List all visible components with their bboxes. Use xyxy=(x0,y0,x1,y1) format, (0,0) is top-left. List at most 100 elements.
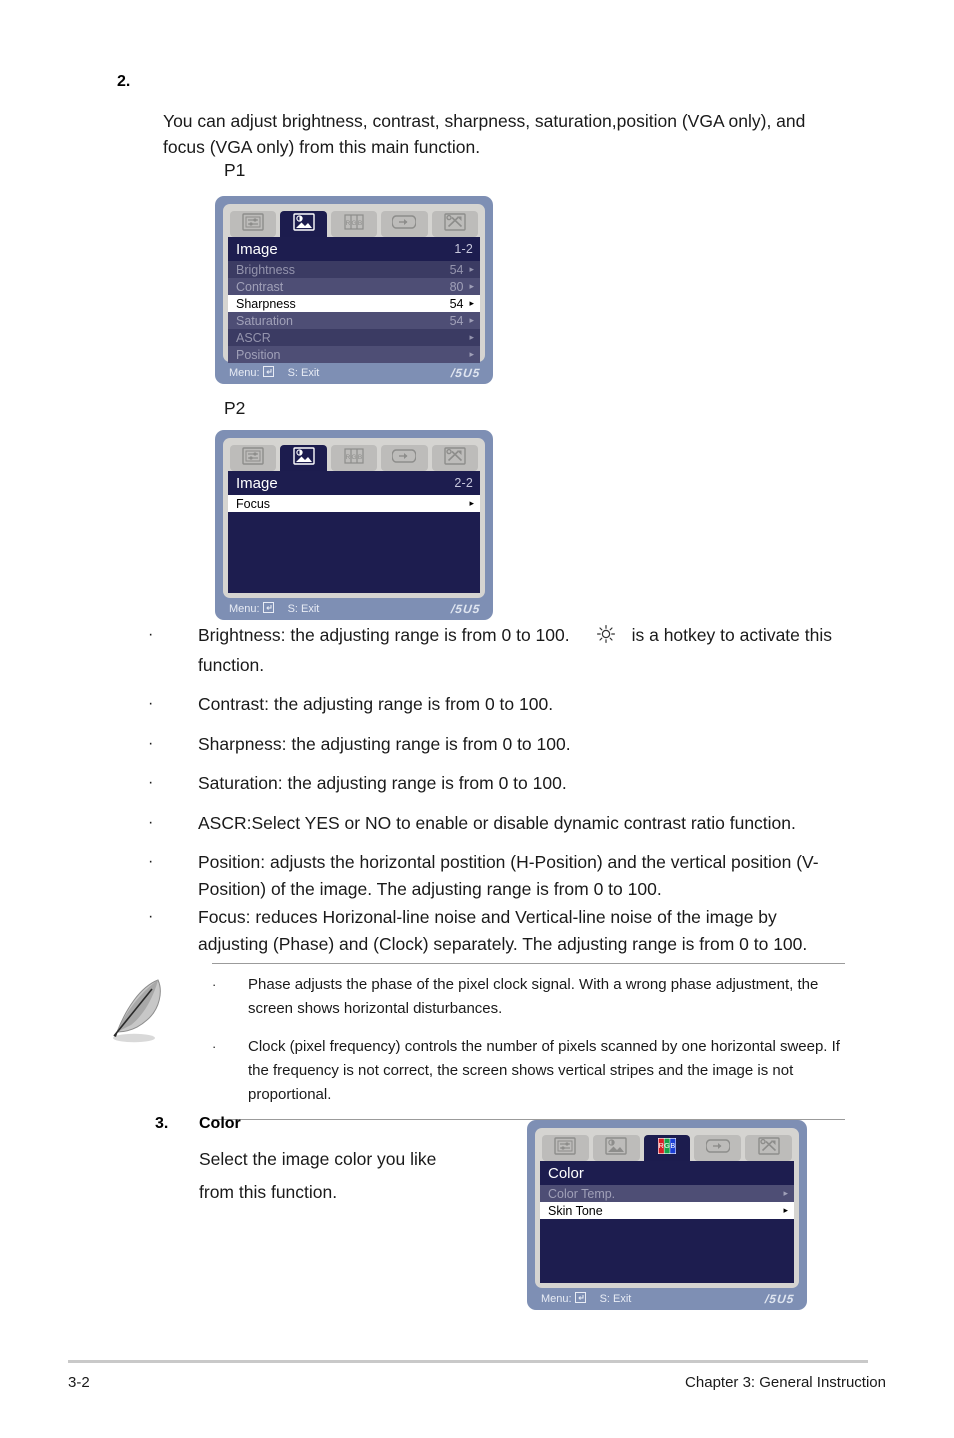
note-item-clock: · Clock (pixel frequency) controls the n… xyxy=(212,1035,845,1107)
chevron-right-icon: ▸ xyxy=(469,315,474,325)
note-item-phase: · Phase adjusts the phase of the pixel c… xyxy=(212,973,845,1021)
bullet-item-saturation: · Saturation: the adjusting range is fro… xyxy=(140,770,840,797)
osd-tab-input-select[interactable] xyxy=(694,1135,742,1161)
footer-rule xyxy=(68,1360,868,1363)
svg-text:B: B xyxy=(358,220,362,227)
input-select-icon xyxy=(391,213,418,236)
chevron-right-icon: ▸ xyxy=(469,281,474,291)
osd-tab-tools[interactable] xyxy=(745,1135,792,1161)
input-select-icon xyxy=(391,447,418,470)
osd-title-text: Color xyxy=(548,1164,584,1182)
osd-tab-bar[interactable]: RGB xyxy=(228,209,480,237)
step-3-heading: Color xyxy=(199,1115,241,1132)
osd-tab-input-select[interactable] xyxy=(381,445,428,471)
asus-logo: /5U5 xyxy=(449,365,481,380)
osd-tab-input-select[interactable] xyxy=(381,211,428,237)
osd-item-value: 54 xyxy=(449,296,464,311)
osd-menu-label: Menu: xyxy=(229,366,260,379)
osd-tab-rgb-color[interactable]: RGB xyxy=(643,1135,691,1161)
asus-logo: /5U5 xyxy=(449,601,481,616)
osd-menu-image-page1: RGB Image 1-2 Brightness 54 ▸ Contrast 80 ▸ Sh… xyxy=(215,196,493,384)
osd-row-list: Focus ▸ xyxy=(228,495,480,512)
bullet-marker: · xyxy=(148,908,154,925)
osd-item-label: Focus xyxy=(236,496,271,511)
osd-tab-image[interactable] xyxy=(280,211,327,237)
osd-menu-item[interactable]: ASCR ▸ xyxy=(228,329,480,346)
osd-menu-label: Menu: xyxy=(541,1292,572,1305)
input-select-icon xyxy=(705,1137,731,1160)
osd-item-label: Sharpness xyxy=(236,296,296,311)
note-item-list: · Phase adjusts the phase of the pixel c… xyxy=(212,973,845,1109)
osd-item-label: Contrast xyxy=(236,279,284,294)
osd-tab-image[interactable] xyxy=(592,1135,640,1161)
osd-tab-system-setup[interactable] xyxy=(542,1135,589,1161)
document-page: 2. You can adjust brightness, contrast, … xyxy=(0,0,954,1438)
osd-empty-area xyxy=(228,512,480,593)
bullet-text: Sharpness: the adjusting range is from 0… xyxy=(198,733,571,754)
osd-tab-rgb-color[interactable]: RGB xyxy=(330,445,378,471)
svg-text:G: G xyxy=(664,1143,669,1150)
osd-item-value: 54 xyxy=(449,262,464,277)
osd-footer: Menu: S: Exit /5U5 xyxy=(223,362,485,383)
note-text: Clock (pixel frequency) controls the num… xyxy=(248,1038,840,1103)
osd-menu-item[interactable]: Sharpness 54 ▸ xyxy=(228,295,480,312)
bullet-text: Position: adjusts the horizontal postiti… xyxy=(198,852,819,899)
osd-title-text: Image xyxy=(236,474,278,492)
osd-title-bar: Color xyxy=(540,1161,794,1185)
osd-menu-image-page2: RGB Image 2-2 Focus ▸ Menu: S: Exit /5U5 xyxy=(215,430,493,620)
osd-exit-label: S: Exit xyxy=(287,366,320,379)
chevron-right-icon: ▸ xyxy=(469,298,474,308)
image-icon xyxy=(292,446,315,470)
enter-key-icon xyxy=(262,365,274,380)
osd-tab-tools[interactable] xyxy=(431,211,479,237)
osd-menu-item[interactable]: Skin Tone ▸ xyxy=(540,1202,794,1219)
osd-row-list: Color Temp. ▸ Skin Tone ▸ xyxy=(540,1185,794,1219)
svg-text:B: B xyxy=(670,1143,675,1150)
bullet-item-focus: · Focus: reduces Horizonal-line noise an… xyxy=(140,904,840,957)
bullet-item-brightness: · Brightness: the adjusting range is fro… xyxy=(140,622,840,678)
svg-text:G: G xyxy=(351,220,356,227)
bullet-item-contrast: · Contrast: the adjusting range is from … xyxy=(140,691,840,718)
step-3-number: 3. xyxy=(155,1115,169,1132)
bullet-marker: · xyxy=(148,813,154,831)
osd-screen: Image 1-2 Brightness 54 ▸ Contrast 80 ▸ Sharpn… xyxy=(228,237,480,363)
osd-item-label: ASCR xyxy=(236,330,271,345)
system-setup-icon xyxy=(554,1136,577,1160)
osd-menu-item[interactable]: Contrast 80 ▸ xyxy=(228,278,480,295)
feature-bullet-list: · Brightness: the adjusting range is fro… xyxy=(140,622,840,970)
bullet-marker: · xyxy=(148,774,154,791)
osd-tab-tools[interactable] xyxy=(431,445,479,471)
osd-menu-item[interactable]: Brightness 54 ▸ xyxy=(228,261,480,278)
osd-menu-item[interactable]: Position ▸ xyxy=(228,346,480,363)
osd-screen: Color Color Temp. ▸ Skin Tone ▸ xyxy=(540,1161,794,1283)
bullet-marker: · xyxy=(148,734,154,752)
tools-icon xyxy=(757,1136,780,1160)
osd-tab-system-setup[interactable] xyxy=(230,445,277,471)
osd-tab-bar[interactable]: RGB xyxy=(228,443,480,471)
osd-item-label: Position xyxy=(236,347,281,362)
osd-exit-label: S: Exit xyxy=(599,1292,632,1305)
quill-pen-icon xyxy=(100,973,212,1109)
chevron-right-icon: ▸ xyxy=(469,264,474,274)
osd-menu-item[interactable]: Color Temp. ▸ xyxy=(540,1185,794,1202)
osd-footer: Menu: S: Exit /5U5 xyxy=(535,1288,799,1309)
bullet-text: Brightness: the adjusting range is from … xyxy=(198,622,840,678)
chevron-right-icon: ▸ xyxy=(783,1205,788,1215)
bullet-marker: · xyxy=(148,626,154,643)
step-3-line2: from this function. xyxy=(199,1182,338,1202)
osd-menu-item[interactable]: Saturation 54 ▸ xyxy=(228,312,480,329)
osd-tab-rgb-color[interactable]: RGB xyxy=(330,211,378,237)
chapter-label: Chapter 3: General Instruction xyxy=(685,1374,886,1391)
chevron-right-icon: ▸ xyxy=(783,1188,788,1198)
chevron-right-icon: ▸ xyxy=(469,349,474,359)
osd-tab-system-setup[interactable] xyxy=(230,211,277,237)
enter-key-icon xyxy=(574,1291,586,1306)
osd-menu-item[interactable]: Focus ▸ xyxy=(228,495,480,512)
osd-tab-bar[interactable]: RGB xyxy=(540,1133,794,1161)
osd-page-indicator: 2-2 xyxy=(454,476,473,490)
osd-tab-image[interactable] xyxy=(280,445,327,471)
sun-brightness-icon xyxy=(596,624,616,652)
bullet-text-before: Brightness: the adjusting range is from … xyxy=(198,625,570,645)
bullet-text: Contrast: the adjusting range is from 0 … xyxy=(198,694,554,714)
p2-label: P2 xyxy=(224,398,246,418)
